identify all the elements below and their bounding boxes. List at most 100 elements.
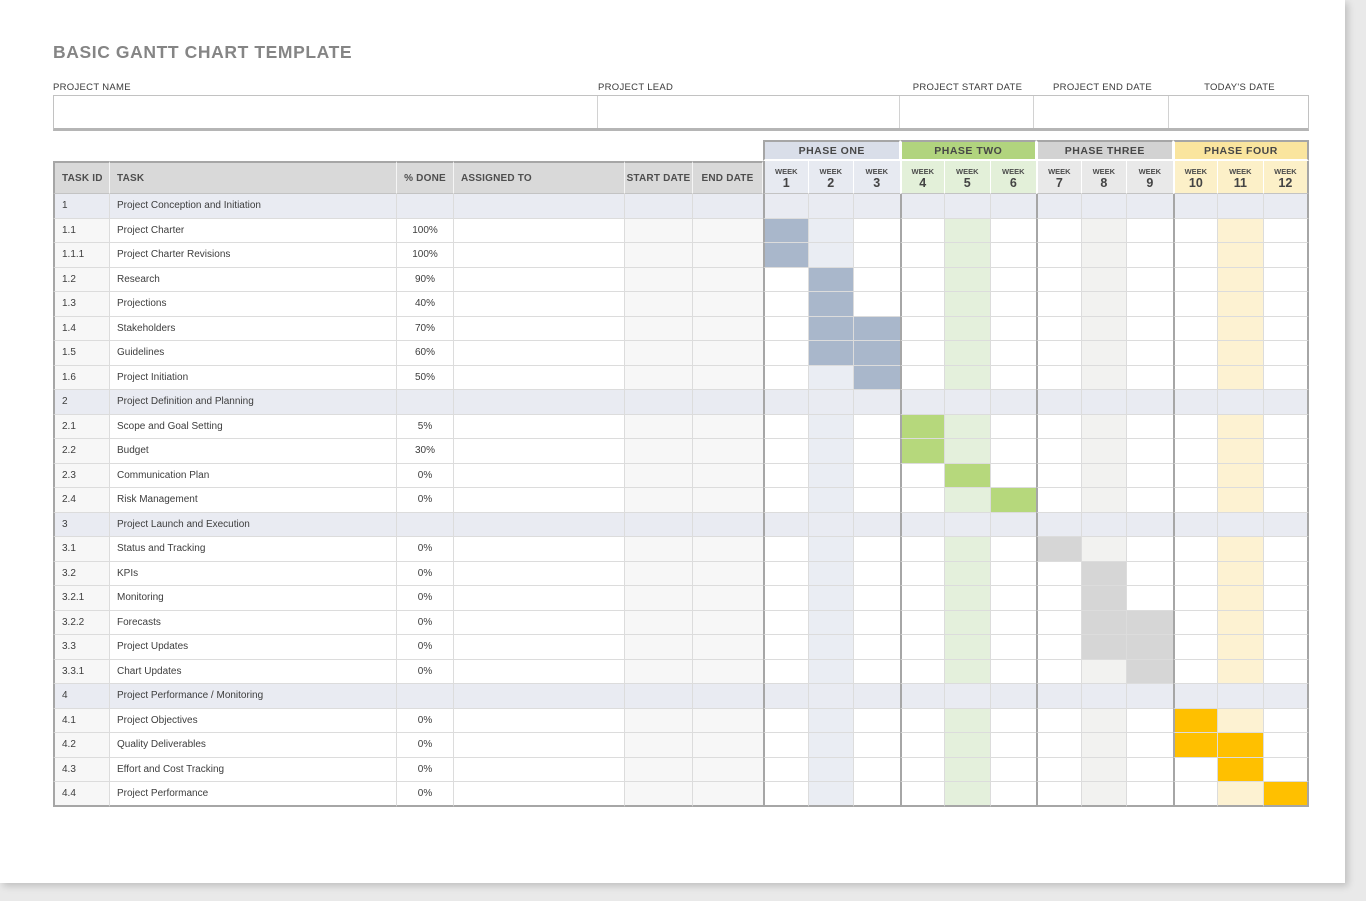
week-cell[interactable] [854,537,900,562]
assigned-to-cell[interactable] [454,194,625,219]
gantt-bar-cell[interactable] [809,268,855,293]
week-cell[interactable] [900,684,946,709]
task-id-cell[interactable]: 1.6 [53,366,110,391]
assigned-to-cell[interactable] [454,390,625,415]
start-date-cell[interactable] [625,782,693,807]
week-cell[interactable] [809,537,855,562]
week-cell[interactable] [945,513,991,538]
task-cell[interactable]: Chart Updates [110,660,397,685]
gantt-bar-cell[interactable] [1264,782,1310,807]
week-cell[interactable] [1218,219,1264,244]
task-cell[interactable]: Project Performance [110,782,397,807]
week-cell[interactable] [1264,390,1310,415]
start-date-cell[interactable] [625,513,693,538]
assigned-to-cell[interactable] [454,243,625,268]
week-cell[interactable] [900,782,946,807]
week-cell[interactable] [1036,488,1082,513]
assigned-to-cell[interactable] [454,415,625,440]
week-cell[interactable] [1264,219,1310,244]
week-cell[interactable] [1173,488,1219,513]
task-id-cell[interactable]: 4.1 [53,709,110,734]
week-cell[interactable] [900,194,946,219]
week-cell[interactable] [1082,439,1128,464]
start-date-cell[interactable] [625,733,693,758]
week-cell[interactable] [1218,635,1264,660]
week-cell[interactable] [900,317,946,342]
week-cell[interactable] [1173,219,1219,244]
done-cell[interactable]: 0% [397,660,454,685]
task-id-cell[interactable]: 2.2 [53,439,110,464]
week-cell[interactable] [945,611,991,636]
start-date-cell[interactable] [625,219,693,244]
week-cell[interactable] [1082,464,1128,489]
week-cell[interactable] [945,194,991,219]
assigned-to-cell[interactable] [454,488,625,513]
start-date-cell[interactable] [625,611,693,636]
task-cell[interactable]: Forecasts [110,611,397,636]
week-cell[interactable] [1173,317,1219,342]
gantt-bar-cell[interactable] [809,341,855,366]
week-cell[interactable] [900,635,946,660]
done-cell[interactable]: 100% [397,219,454,244]
week-cell[interactable] [1082,537,1128,562]
week-cell[interactable] [1082,782,1128,807]
week-cell[interactable] [1127,243,1173,268]
week-cell[interactable] [900,366,946,391]
week-cell[interactable] [1264,537,1310,562]
week-cell[interactable] [1082,684,1128,709]
week-cell[interactable] [763,439,809,464]
done-cell[interactable] [397,194,454,219]
week-cell[interactable] [1082,758,1128,783]
done-cell[interactable]: 90% [397,268,454,293]
week-cell[interactable] [1218,513,1264,538]
gantt-bar-cell[interactable] [1218,758,1264,783]
end-date-cell[interactable] [693,292,763,317]
done-cell[interactable]: 5% [397,415,454,440]
assigned-to-cell[interactable] [454,292,625,317]
project-name-input[interactable] [54,96,598,128]
week-cell[interactable] [763,684,809,709]
week-cell[interactable] [1264,635,1310,660]
week-cell[interactable] [854,586,900,611]
week-cell[interactable] [945,366,991,391]
week-cell[interactable] [900,586,946,611]
start-date-cell[interactable] [625,317,693,342]
week-cell[interactable] [1173,537,1219,562]
week-cell[interactable] [809,586,855,611]
end-date-cell[interactable] [693,562,763,587]
start-date-cell[interactable] [625,684,693,709]
end-date-cell[interactable] [693,341,763,366]
week-cell[interactable] [991,611,1037,636]
task-cell[interactable]: Projections [110,292,397,317]
end-date-cell[interactable] [693,611,763,636]
week-cell[interactable] [1082,292,1128,317]
week-cell[interactable] [1127,341,1173,366]
week-cell[interactable] [1082,660,1128,685]
week-cell[interactable] [1264,194,1310,219]
week-cell[interactable] [1173,782,1219,807]
week-cell[interactable] [1082,219,1128,244]
assigned-to-cell[interactable] [454,513,625,538]
done-cell[interactable]: 0% [397,562,454,587]
week-cell[interactable] [763,464,809,489]
end-date-cell[interactable] [693,366,763,391]
week-cell[interactable] [1264,562,1310,587]
gantt-bar-cell[interactable] [809,292,855,317]
start-date-cell[interactable] [625,488,693,513]
start-date-cell[interactable] [625,562,693,587]
week-cell[interactable] [763,366,809,391]
week-cell[interactable] [1173,660,1219,685]
week-cell[interactable] [900,292,946,317]
end-date-cell[interactable] [693,194,763,219]
week-cell[interactable] [991,439,1037,464]
start-date-cell[interactable] [625,660,693,685]
end-date-cell[interactable] [693,733,763,758]
week-cell[interactable] [1218,366,1264,391]
gantt-bar-cell[interactable] [1127,611,1173,636]
week-cell[interactable] [809,366,855,391]
week-cell[interactable] [1036,562,1082,587]
week-cell[interactable] [1082,488,1128,513]
gantt-bar-cell[interactable] [763,243,809,268]
week-cell[interactable] [1082,733,1128,758]
done-cell[interactable]: 0% [397,586,454,611]
